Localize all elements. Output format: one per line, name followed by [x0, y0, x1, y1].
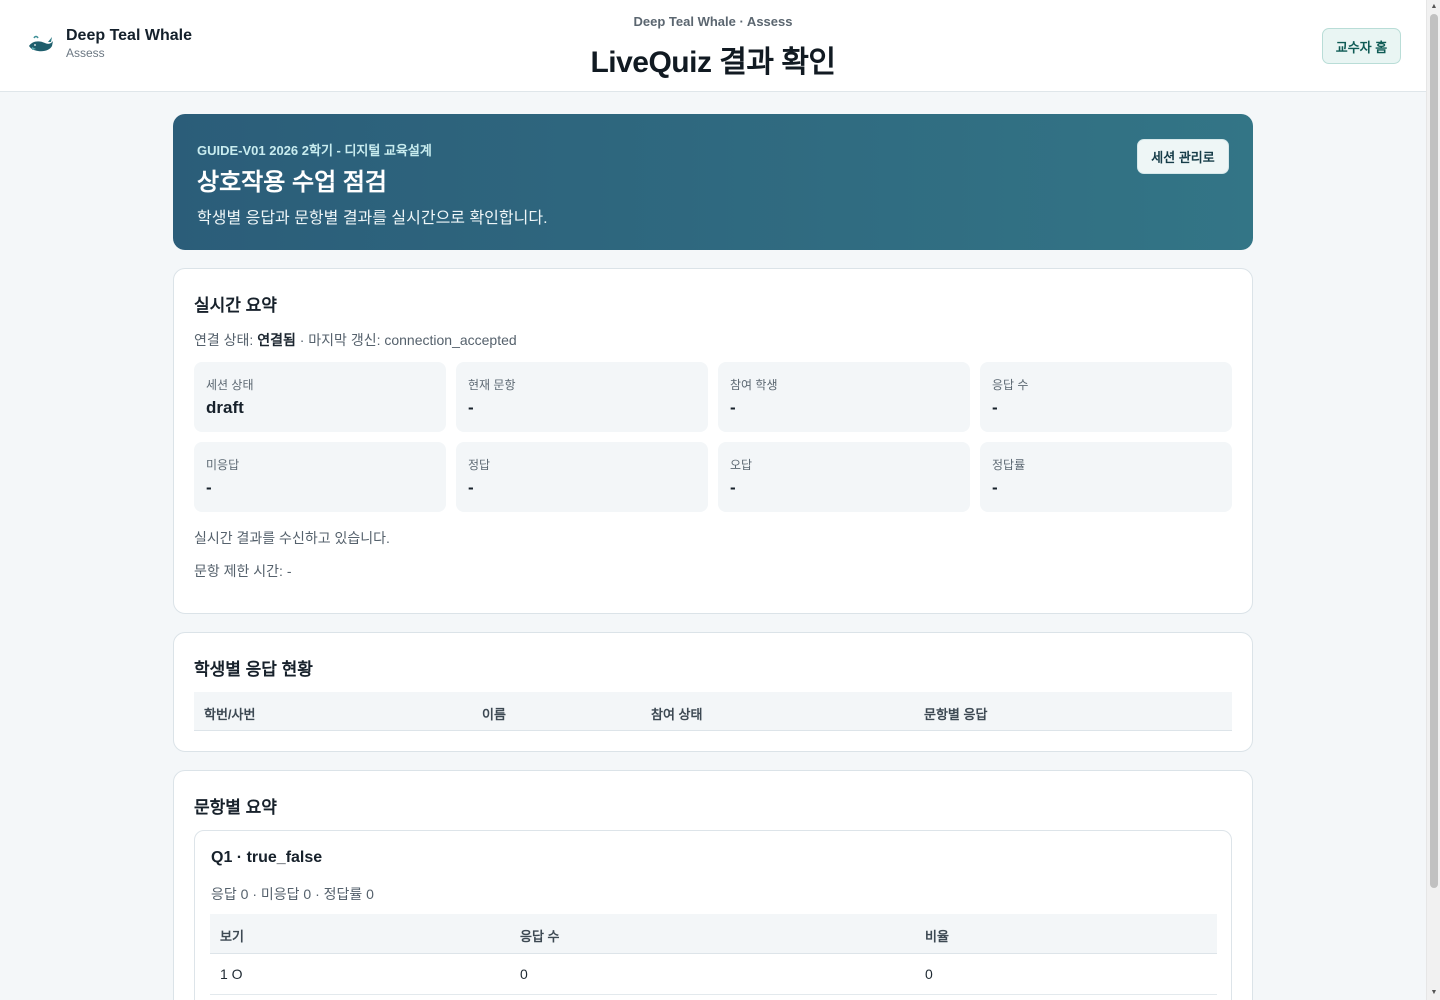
stat-label: 미응답: [206, 458, 240, 472]
page-title: LiveQuiz 결과 확인: [590, 46, 836, 79]
stat-label: 참여 학생: [730, 378, 778, 392]
column-header-ratio: 비율: [925, 929, 949, 944]
item-summary-card: 문항별 요약 Q1 · true_false 응답 0 · 미응답 0 · 정답…: [173, 770, 1253, 1000]
stat-label: 현재 문항: [468, 378, 516, 392]
stat-value: -: [992, 478, 998, 497]
instructor-home-button[interactable]: 교수자 홈: [1322, 28, 1401, 64]
stat-accuracy-rate: 정답률 -: [980, 442, 1232, 512]
stat-value: -: [468, 398, 474, 417]
column-header-responses: 문항별 응답: [924, 707, 988, 722]
question-title: Q1 · true_false: [211, 849, 323, 866]
receiving-note: 실시간 결과를 수신하고 있습니다.: [194, 530, 390, 546]
session-description: 학생별 응답과 문항별 결과를 실시간으로 확인합니다.: [197, 210, 548, 227]
stat-label: 응답 수: [992, 378, 1029, 392]
page-heading: Deep Teal Whale · Assess LiveQuiz 결과 확인: [0, 14, 1426, 81]
page-scrollbar[interactable]: ▲ ▼: [1426, 0, 1440, 1000]
stat-value: -: [730, 478, 736, 497]
course-label: GUIDE-V01 2026 2학기 - 디지털 교육설계: [197, 143, 432, 158]
scrollbar-thumb[interactable]: [1430, 14, 1438, 888]
session-manage-button[interactable]: 세션 관리로: [1137, 139, 1229, 174]
question-card: Q1 · true_false 응답 0 · 미응답 0 · 정답률 0 보기 …: [194, 830, 1232, 1000]
column-header-name: 이름: [482, 707, 506, 722]
student-responses-card: 학생별 응답 현황 학번/사번 이름 참여 상태 문항별 응답: [173, 632, 1253, 752]
column-header-option: 보기: [220, 929, 244, 944]
stat-correct: 정답 -: [456, 442, 708, 512]
session-title: 상호작용 수업 점검: [197, 169, 387, 196]
question-table-header: 보기 응답 수 비율: [210, 914, 1217, 954]
stat-value: -: [468, 478, 474, 497]
stat-session-status: 세션 상태 draft: [194, 362, 446, 432]
question-meta: 응답 0 · 미응답 0 · 정답률 0: [211, 886, 374, 902]
top-header: Deep Teal Whale Assess Deep Teal Whale ·…: [0, 0, 1426, 92]
stat-label: 정답: [468, 458, 491, 472]
option-cell: 1 O: [220, 966, 243, 982]
last-update: · 마지막 갱신: connection_accepted: [295, 332, 517, 348]
column-header-count: 응답 수: [520, 929, 560, 944]
column-header-id: 학번/사번: [204, 707, 256, 722]
stat-label: 오답: [730, 458, 753, 472]
items-title: 문항별 요약: [194, 798, 277, 817]
ratio-cell: 0: [925, 966, 933, 982]
scroll-up-arrow-icon[interactable]: ▲: [1430, 3, 1438, 11]
count-cell: 0: [520, 966, 528, 982]
session-hero-banner: GUIDE-V01 2026 2학기 - 디지털 교육설계 상호작용 수업 점검…: [173, 114, 1253, 250]
scroll-down-arrow-icon[interactable]: ▼: [1430, 989, 1438, 997]
stat-value: -: [992, 398, 998, 417]
stat-label: 세션 상태: [206, 378, 254, 392]
column-header-participation: 참여 상태: [651, 707, 703, 722]
connection-status: 연결 상태: 연결됨 · 마지막 갱신: connection_accepted: [194, 330, 517, 350]
connection-state: 연결됨: [257, 332, 296, 348]
time-limit-note: 문항 제한 시간: -: [194, 563, 292, 579]
stat-value: draft: [206, 398, 244, 417]
stat-value: -: [730, 398, 736, 417]
stat-participants: 참여 학생 -: [718, 362, 970, 432]
table-row: 1 O 0 0: [210, 954, 1217, 995]
connection-prefix: 연결 상태:: [194, 332, 258, 348]
stat-value: -: [206, 478, 212, 497]
stat-unanswered: 미응답 -: [194, 442, 446, 512]
realtime-summary-card: 실시간 요약 연결 상태: 연결됨 · 마지막 갱신: connection_a…: [173, 268, 1253, 614]
stat-response-count: 응답 수 -: [980, 362, 1232, 432]
summary-title: 실시간 요약: [194, 296, 277, 315]
student-table-header: 학번/사번 이름 참여 상태 문항별 응답: [194, 692, 1232, 731]
page-eyebrow: Deep Teal Whale · Assess: [633, 14, 793, 29]
students-title: 학생별 응답 현황: [194, 660, 313, 679]
stat-current-question: 현재 문항 -: [456, 362, 708, 432]
stat-incorrect: 오답 -: [718, 442, 970, 512]
stat-label: 정답률: [992, 458, 1026, 472]
